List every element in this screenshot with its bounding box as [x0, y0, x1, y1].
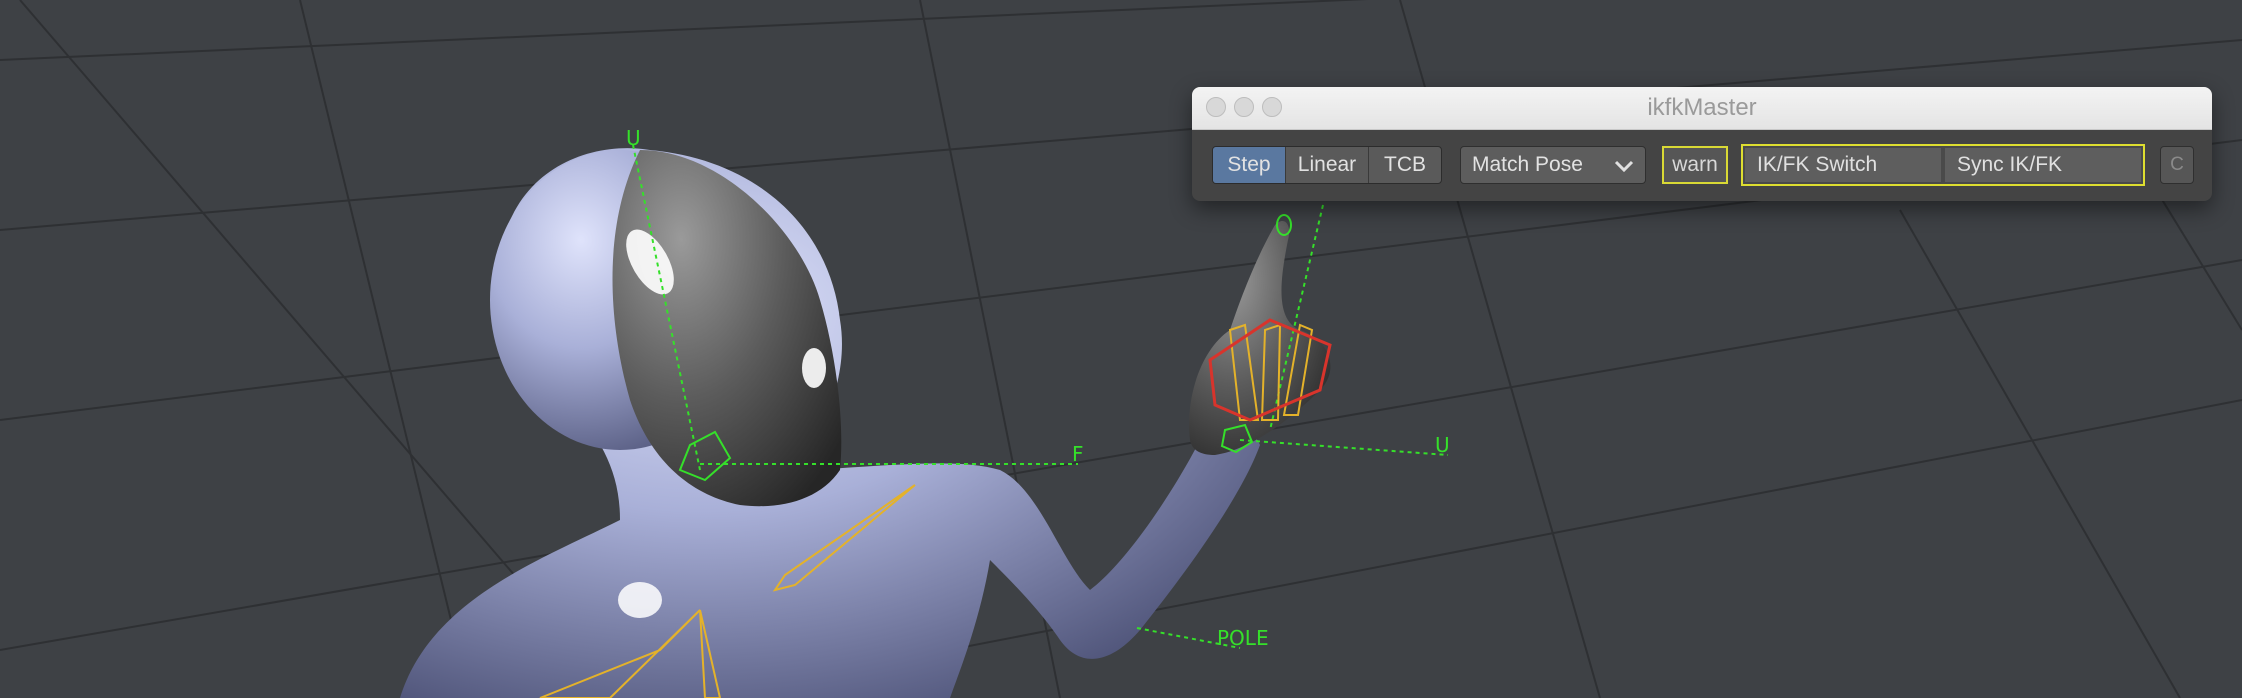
tab-step-label: Step	[1227, 153, 1271, 176]
ik-fk-button-group: IK/FK Switch Sync IK/FK	[1741, 144, 2145, 186]
ikfkmaster-window: ikfkMaster Step Linear TCB Match Pose wa…	[1192, 87, 2212, 201]
tab-linear-label: Linear	[1297, 153, 1357, 176]
chevron-down-icon	[1614, 160, 1634, 173]
title-bar[interactable]: ikfkMaster	[1192, 87, 2212, 130]
up-axis-label-hand: U	[1435, 433, 1450, 457]
forward-axis-label: F	[1072, 442, 1084, 466]
tab-tcb[interactable]: TCB	[1369, 147, 1441, 183]
match-pose-dropdown[interactable]: Match Pose	[1460, 146, 1646, 184]
sync-ik-fk-button[interactable]: Sync IK/FK	[1945, 148, 2141, 182]
c-button[interactable]: C	[2160, 146, 2194, 184]
tab-linear[interactable]: Linear	[1286, 147, 1368, 183]
pole-label: POLE	[1217, 626, 1269, 650]
warn-button[interactable]: warn	[1662, 146, 1728, 184]
tab-step[interactable]: Step	[1213, 147, 1285, 183]
ik-fk-switch-button[interactable]: IK/FK Switch	[1745, 148, 1941, 182]
character-body	[400, 148, 1331, 698]
window-title: ikfkMaster	[1647, 94, 1757, 121]
interpolation-segmented-control: Step Linear TCB	[1212, 146, 1442, 184]
up-axis-label-head: U	[626, 126, 641, 150]
match-pose-value: Match Pose	[1472, 153, 1583, 176]
tab-tcb-label: TCB	[1384, 153, 1426, 176]
